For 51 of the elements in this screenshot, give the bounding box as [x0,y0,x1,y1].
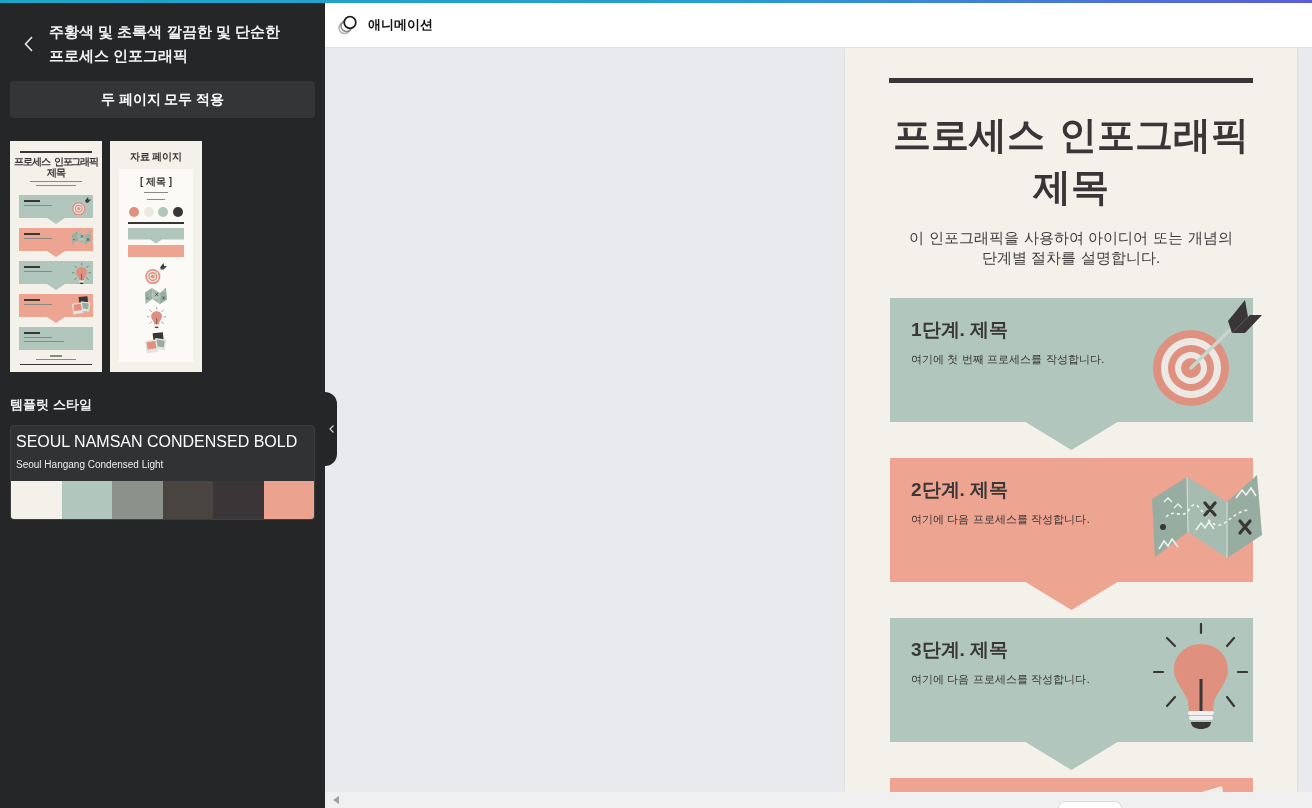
step-title: 3단계. 제목 [911,638,1010,662]
photo-stack-icon [72,296,91,315]
step-title: 2단계. 제목 [911,478,1010,502]
target-icon [72,197,91,216]
infographic-subtitle: 이 인포그래픽을 사용하여 아이디어 또는 개념의 단계별 절차를 설명합니다. [908,229,1234,268]
text-line [36,184,76,186]
panel-heading: [ 제목 ] [139,176,173,188]
text-line [24,341,64,342]
light-bulb-icon [146,307,166,329]
target-icon [145,262,167,284]
folded-map-icon [145,286,167,305]
page-thumbnail[interactable]: 프로세스 인포그래픽 제목 [10,141,102,372]
text-line [24,233,40,235]
light-bulb-icon [1153,623,1248,730]
template-style-card[interactable]: SEOUL NAMSAN CONDENSED BOLD Seoul Hangang Condensed Light [10,425,315,520]
page-thumbnail[interactable]: 자료 페이지 [ 제목 ] [110,141,202,372]
text-line [24,337,52,338]
text-line [24,304,52,305]
step-description: 여기에 첫 번째 프로세스를 작성합니다. [911,352,1106,368]
text-line [144,192,168,193]
step-description: 여기에 다음 프로세스를 작성합니다. [911,512,1091,528]
folded-map-icon [72,230,91,246]
back-icon[interactable] [24,36,33,52]
scrollbar-thumb[interactable] [1058,801,1122,808]
apply-both-pages-button[interactable]: 두 페이지 모두 적용 [10,81,315,118]
text-line [24,266,40,268]
step-description: 여기에 다음 프로세스를 작성합니다. [911,672,1091,688]
text-line [24,238,52,239]
step-title: 1단계. 제목 [911,318,1010,342]
text-line [24,299,40,301]
chevron-left-icon [328,425,334,433]
photo-stack-icon [145,331,167,354]
template-title: 주황색 및 초록색 깔끔한 및 단순한 프로세스 인포그래픽 [49,22,281,66]
collapse-handle[interactable] [325,392,337,466]
text-line [24,271,52,272]
text-line [24,205,52,206]
thumbnail-title: 자료 페이지 [128,151,184,163]
animation-icon [338,15,357,35]
body-font-name: Seoul Hangang Condensed Light [15,458,165,472]
infographic-title: 프로세스 인포그래픽 제목 [892,112,1250,211]
text-line [147,199,165,200]
heading-font-name: SEOUL NAMSAN CONDENSED BOLD [15,432,299,452]
target-icon [1152,300,1262,406]
thumbnail-title: 프로세스 인포그래픽 제목 [13,155,99,178]
section-label: 템플릿 스타일 [10,396,93,414]
text-line [24,200,40,202]
animate-button[interactable]: 애니메이션 [338,15,433,35]
text-line [24,332,40,334]
folded-map-icon [1152,472,1262,560]
text-line [30,180,82,182]
light-bulb-icon [72,263,91,285]
